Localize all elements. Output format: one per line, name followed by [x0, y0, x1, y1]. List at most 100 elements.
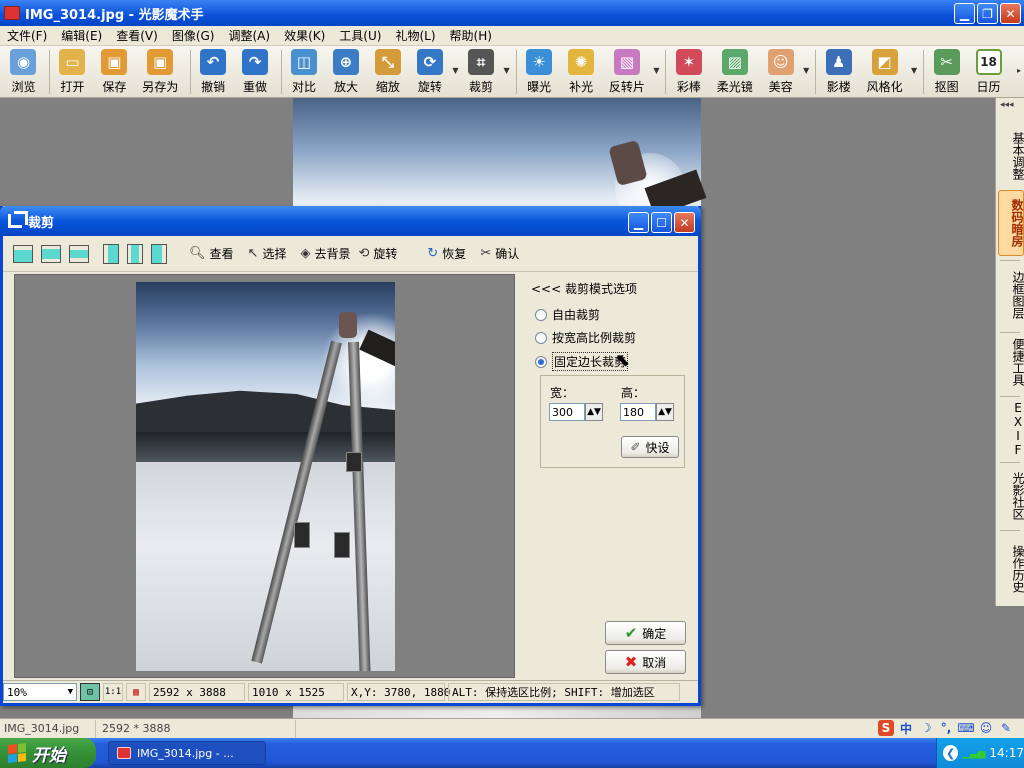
toolbar-button-soft-focus[interactable]: ▨ 柔光镜: [711, 46, 758, 95]
sogou-icon[interactable]: S: [878, 720, 894, 736]
radio-dot[interactable]: [535, 331, 547, 344]
toolbar-button-undo[interactable]: ↶ 撤销: [194, 46, 233, 95]
back-arrow-icon[interactable]: ❮: [943, 745, 959, 761]
status-dimensions: 2592 * 3888: [96, 719, 296, 738]
toolbar-button-exposure[interactable]: ☀ 曝光: [520, 46, 559, 95]
ok-button[interactable]: ✔ 确定: [605, 621, 686, 645]
select-button[interactable]: ↖ 选择: [248, 245, 287, 262]
radio-dot[interactable]: [535, 355, 547, 368]
layout-right-icon[interactable]: [151, 243, 167, 264]
toolbar-button-compare[interactable]: ◫ 对比: [285, 46, 324, 95]
toolbar-button-browse[interactable]: ◉ 浏览: [4, 46, 43, 95]
toolbar-button-crop[interactable]: ⌗ 裁剪: [462, 46, 501, 95]
toolbar-button-beauty[interactable]: ☺ 美容: [761, 46, 800, 95]
dialog-maximize-button[interactable]: ☐: [651, 212, 672, 233]
dropdown-arrow-icon[interactable]: ▼: [504, 66, 510, 75]
keyboard-icon[interactable]: ⌨: [957, 720, 974, 736]
menu-item[interactable]: 查看(V): [109, 27, 165, 44]
user-icon[interactable]: ☺: [978, 720, 994, 736]
layout-bottom-icon[interactable]: [69, 244, 89, 263]
toolbar-button-zoom-in[interactable]: ⊕ 放大: [326, 46, 365, 95]
magnifier-icon: 🔍︎: [189, 246, 206, 261]
menu-item[interactable]: 图像(G): [165, 27, 222, 44]
dropdown-arrow-icon[interactable]: ▼: [911, 66, 917, 75]
signal-icon[interactable]: ▁▃▅: [962, 748, 985, 759]
layout-top-icon[interactable]: [13, 244, 33, 263]
right-tab[interactable]: 便捷工具: [998, 332, 1024, 392]
fit-window-icon[interactable]: ⊡: [80, 683, 100, 701]
radio-ratio-crop[interactable]: 按宽高比例裁剪: [535, 329, 636, 346]
toolbar-button-reversal-film[interactable]: ▧ 反转片: [604, 46, 651, 95]
toolbar-button-rotate[interactable]: ⟳ 旋转: [410, 46, 449, 95]
color-grid-icon[interactable]: ▦: [126, 683, 146, 701]
toolbar-button-save[interactable]: ▣ 保存: [95, 46, 134, 95]
toolbar-button-redo[interactable]: ↷ 重做: [236, 46, 275, 95]
toolbar-button-color-wand[interactable]: ✶ 彩棒: [669, 46, 708, 95]
confirm-button[interactable]: ✂ 确认: [480, 245, 519, 262]
wrench-icon[interactable]: ✎: [998, 720, 1014, 736]
minimize-button[interactable]: ▁: [954, 3, 975, 24]
dropdown-arrow-icon[interactable]: ▼: [653, 66, 659, 75]
crop-dialog-title-bar: 裁剪: [0, 206, 701, 236]
dialog-minimize-button[interactable]: ▁: [628, 212, 649, 233]
height-stepper[interactable]: ▲▼: [656, 403, 674, 421]
toolbar-button-fill-light[interactable]: ✺ 补光: [562, 46, 601, 95]
restore-button[interactable]: ❐: [977, 3, 998, 24]
punct-icon[interactable]: °,: [938, 720, 954, 736]
toolbar-button-save-as[interactable]: ▣ 另存为: [137, 46, 184, 95]
dropdown-arrow-icon[interactable]: ▼: [803, 66, 809, 75]
right-tab[interactable]: EXIF: [998, 400, 1024, 458]
toolbar-button-stylize[interactable]: ◩ 风格化: [861, 46, 908, 95]
menu-item[interactable]: 调整(A): [221, 27, 277, 44]
menu-item[interactable]: 效果(K): [277, 27, 332, 44]
menu-item[interactable]: 帮助(H): [443, 27, 499, 44]
layout-middle-icon[interactable]: [41, 244, 61, 263]
paint-bucket-icon: ◈: [300, 246, 311, 261]
moon-icon[interactable]: ☽: [918, 720, 934, 736]
close-button[interactable]: ✕: [1000, 3, 1021, 24]
height-input[interactable]: 180: [620, 403, 656, 421]
toolbar-button-resize[interactable]: ⤡ 缩放: [368, 46, 407, 95]
toolbar-label: 抠图: [934, 80, 959, 94]
menu-item[interactable]: 文件(F): [0, 27, 54, 44]
cancel-button[interactable]: ✖ 取消: [605, 650, 686, 674]
start-button[interactable]: 开始: [0, 738, 96, 768]
crop-photo[interactable]: [136, 282, 395, 671]
width-input[interactable]: 300: [549, 403, 585, 421]
collapse-icon[interactable]: ◂◂◂: [1000, 100, 1014, 110]
toolbar-button-studio[interactable]: ♟ 影楼: [819, 46, 858, 95]
toolbar-button-cutout[interactable]: ✂ 抠图: [927, 46, 966, 95]
actual-size-button[interactable]: 1:1: [103, 683, 123, 701]
menu-item[interactable]: 工具(U): [332, 27, 388, 44]
restore-button[interactable]: ↻ 恢复: [427, 245, 466, 262]
toolbar-label: 保存: [102, 80, 127, 94]
radio-free-crop[interactable]: 自由裁剪: [535, 306, 600, 323]
right-tab[interactable]: 操作历史: [998, 536, 1024, 602]
right-tab[interactable]: 基本调整: [998, 126, 1024, 186]
dropdown-arrow-icon[interactable]: ▼: [452, 66, 458, 75]
taskbar-item[interactable]: IMG_3014.jpg - ...: [108, 741, 266, 765]
crop-mode-heading[interactable]: <<< 裁剪模式选项: [531, 280, 637, 297]
rotate-button[interactable]: ⟲ 旋转: [358, 245, 397, 262]
layout-center-icon[interactable]: [127, 243, 143, 264]
preset-button[interactable]: ✐ 快设: [621, 436, 679, 458]
dialog-close-button[interactable]: ✕: [674, 212, 695, 233]
layout-left-icon[interactable]: [103, 243, 119, 264]
scissors-icon: ✂: [480, 246, 492, 261]
width-stepper[interactable]: ▲▼: [585, 403, 603, 421]
right-tab[interactable]: 数码暗房: [998, 190, 1024, 256]
right-tab[interactable]: 边框图层: [998, 262, 1024, 328]
ime-chinese-icon[interactable]: 中: [898, 720, 914, 736]
menu-item[interactable]: 编辑(E): [54, 27, 109, 44]
remove-background-button[interactable]: ◈ 去背景: [300, 245, 350, 262]
toolbar-button-calendar[interactable]: 18 日历: [969, 46, 1008, 95]
background-photo-bottom: [293, 705, 701, 719]
toolbar-button-folder[interactable]: ▭ 打开: [53, 46, 92, 95]
radio-dot[interactable]: [535, 308, 547, 321]
right-tab[interactable]: 光影社区: [998, 466, 1024, 526]
reversal-film-icon: ▧: [613, 49, 640, 75]
view-button[interactable]: 🔍︎ 查看: [189, 245, 234, 262]
menu-item[interactable]: 礼物(L): [388, 27, 442, 44]
zoom-select[interactable]: 10% ▼: [3, 683, 77, 701]
toolbar-overflow-icon[interactable]: ▸: [1017, 66, 1021, 75]
